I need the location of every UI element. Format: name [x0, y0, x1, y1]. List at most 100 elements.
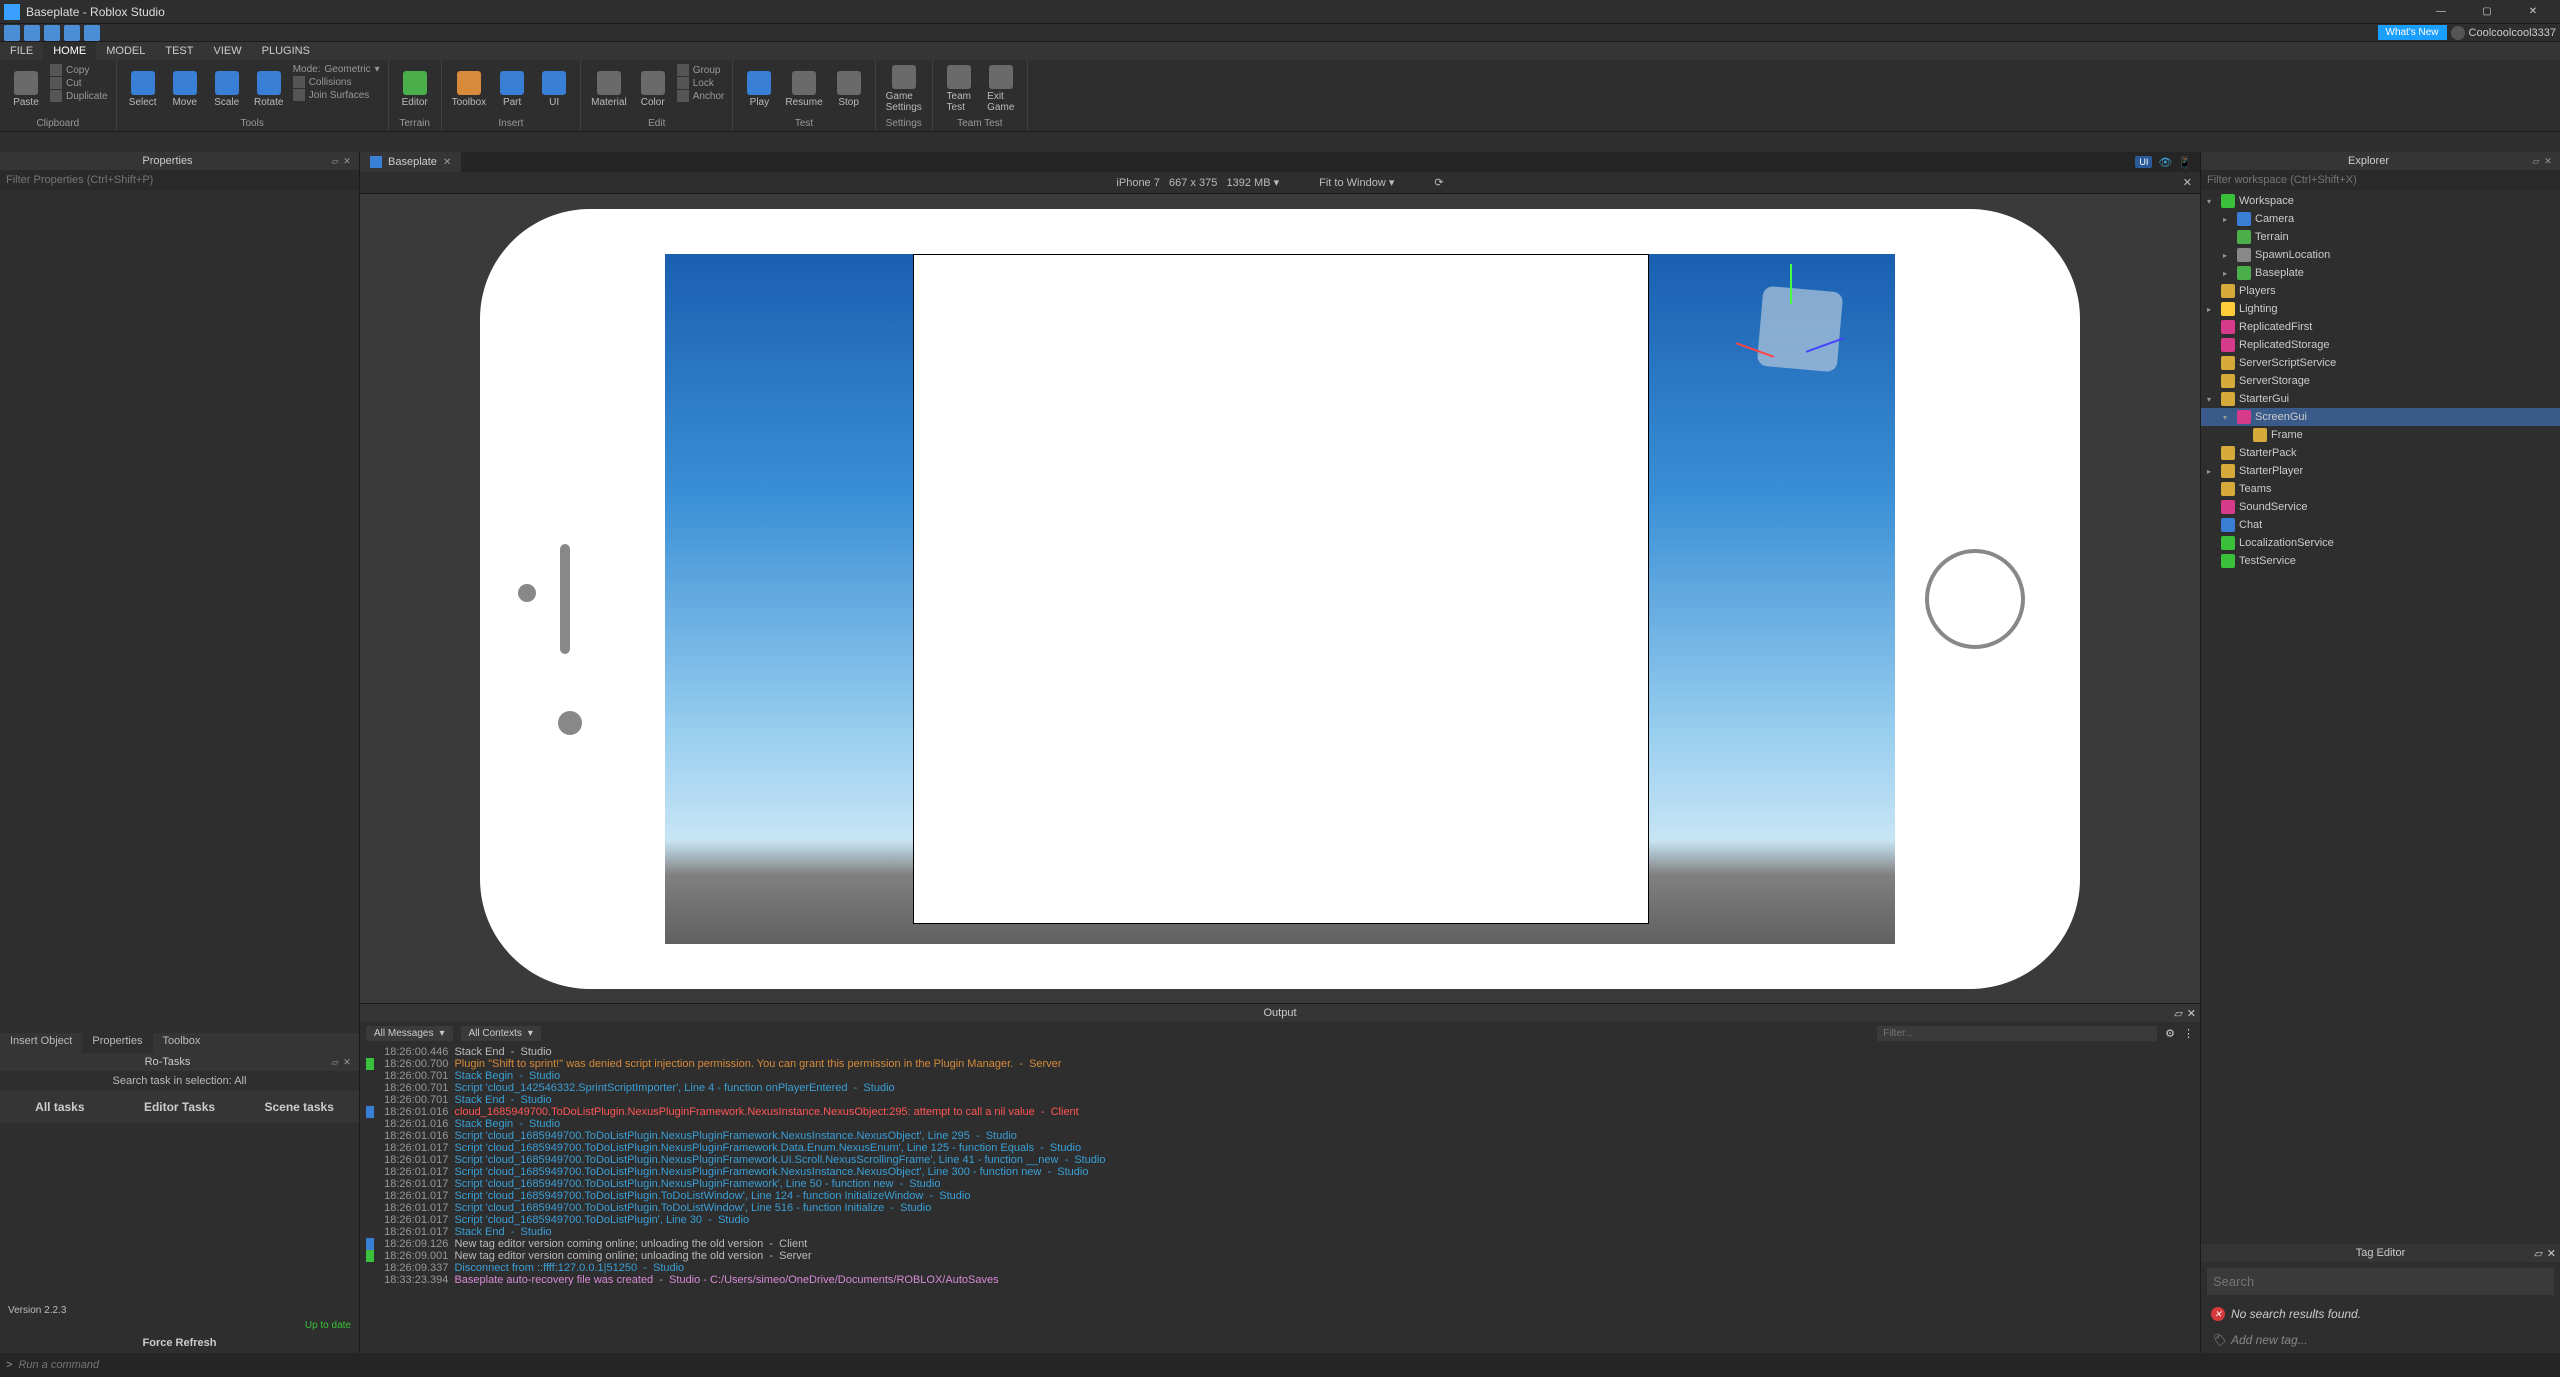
eye-icon[interactable]: 👁 — [2158, 156, 2172, 169]
expand-icon[interactable]: ▸ — [2223, 251, 2233, 260]
tree-item-starterplayer[interactable]: ▸StarterPlayer — [2201, 462, 2560, 480]
tree-item-replicatedstorage[interactable]: ReplicatedStorage — [2201, 336, 2560, 354]
tag-search-input[interactable] — [2207, 1268, 2554, 1295]
copy-button[interactable]: Copy — [50, 64, 108, 76]
tree-item-workspace[interactable]: ▾Workspace — [2201, 192, 2560, 210]
panel-tab[interactable]: Toolbox — [153, 1033, 211, 1053]
add-tag-button[interactable]: 🏷 Add new tag... — [2201, 1327, 2560, 1353]
gui-frame[interactable] — [913, 254, 1649, 924]
whats-new-button[interactable]: What's New — [2378, 25, 2447, 40]
panel-tab[interactable]: Insert Object — [0, 1033, 82, 1053]
qa-icon[interactable] — [44, 25, 60, 41]
menu-test[interactable]: TEST — [155, 42, 203, 60]
tree-item-screengui[interactable]: ▾ScreenGui — [2201, 408, 2560, 426]
contexts-dropdown[interactable]: All Contexts ▾ — [461, 1026, 541, 1041]
properties-filter-input[interactable] — [0, 170, 359, 190]
explorer-filter-input[interactable] — [2201, 170, 2560, 190]
qa-icon[interactable] — [84, 25, 100, 41]
menu-view[interactable]: VIEW — [203, 42, 251, 60]
scale-button[interactable]: Scale — [207, 62, 247, 116]
rotate-button[interactable]: Rotate — [249, 62, 289, 116]
device-dropdown[interactable]: iPhone 7 667 x 375 1392 MB ▾ — [1116, 176, 1279, 189]
messages-dropdown[interactable]: All Messages ▾ — [366, 1026, 453, 1041]
maximize-button[interactable]: ▢ — [2464, 0, 2510, 24]
tree-item-serverscriptservice[interactable]: ServerScriptService — [2201, 354, 2560, 372]
play-button[interactable]: Play — [739, 62, 779, 116]
tree-item-localizationservice[interactable]: LocalizationService — [2201, 534, 2560, 552]
join-surfaces-toggle[interactable]: Join Surfaces — [293, 89, 380, 101]
close-button[interactable]: ✕ — [2510, 0, 2556, 24]
tree-item-frame[interactable]: Frame — [2201, 426, 2560, 444]
doc-tab[interactable]: Baseplate ✕ — [360, 152, 461, 172]
material-button[interactable]: Material — [587, 62, 631, 116]
expand-icon[interactable]: ▸ — [2223, 215, 2233, 224]
expand-icon[interactable]: ▾ — [2207, 197, 2217, 206]
tree-item-testservice[interactable]: TestService — [2201, 552, 2560, 570]
close-icon[interactable]: ✕ — [341, 155, 353, 167]
device-icon[interactable]: 📱 — [2178, 156, 2192, 169]
lock-button[interactable]: Lock — [677, 77, 725, 89]
toolbox-button[interactable]: Toolbox — [448, 62, 490, 116]
minimize-button[interactable]: — — [2418, 0, 2464, 24]
qa-icon[interactable] — [24, 25, 40, 41]
close-icon[interactable]: ✕ — [2187, 1007, 2196, 1020]
tree-item-lighting[interactable]: ▸Lighting — [2201, 300, 2560, 318]
tree-item-soundservice[interactable]: SoundService — [2201, 498, 2560, 516]
expand-icon[interactable]: ▸ — [2207, 467, 2217, 476]
undock-icon[interactable]: ▱ — [2534, 1247, 2542, 1260]
stop-button[interactable]: Stop — [829, 62, 869, 116]
resume-button[interactable]: Resume — [781, 62, 826, 116]
tree-item-terrain[interactable]: Terrain — [2201, 228, 2560, 246]
ui-badge[interactable]: UI — [2135, 156, 2152, 168]
color-button[interactable]: Color — [633, 62, 673, 116]
tree-item-starterpack[interactable]: StarterPack — [2201, 444, 2560, 462]
close-icon[interactable]: ✕ — [2547, 1247, 2556, 1260]
explorer-tree[interactable]: ▾Workspace▸CameraTerrain▸SpawnLocation▸B… — [2201, 190, 2560, 1244]
viewport[interactable] — [360, 194, 2200, 1003]
part-button[interactable]: Part — [492, 62, 532, 116]
cut-button[interactable]: Cut — [50, 77, 108, 89]
axis-gizmo[interactable] — [1745, 274, 1855, 384]
anchor-button[interactable]: Anchor — [677, 90, 725, 102]
close-emulator-icon[interactable]: ✕ — [2183, 176, 2192, 189]
menu-file[interactable]: FILE — [0, 42, 43, 60]
menu-home[interactable]: HOME — [43, 42, 96, 60]
task-tab[interactable]: All tasks — [0, 1091, 120, 1123]
tree-item-chat[interactable]: Chat — [2201, 516, 2560, 534]
output-log[interactable]: 18:26:00.446 Stack End - Studio 18:26:00… — [360, 1044, 2200, 1353]
team-test-button[interactable]: Team Test — [939, 62, 979, 116]
close-icon[interactable]: ✕ — [341, 1056, 353, 1068]
undock-icon[interactable]: ▱ — [2174, 1007, 2182, 1020]
tree-item-startergui[interactable]: ▾StarterGui — [2201, 390, 2560, 408]
paste-button[interactable]: Paste — [6, 62, 46, 116]
qa-icon[interactable] — [64, 25, 80, 41]
expand-icon[interactable]: ▸ — [2207, 305, 2217, 314]
expand-icon[interactable]: ▾ — [2207, 395, 2217, 404]
tree-item-players[interactable]: Players — [2201, 282, 2560, 300]
user-menu[interactable]: Coolcoolcool3337 — [2451, 26, 2556, 40]
game-settings-button[interactable]: Game Settings — [882, 62, 926, 116]
command-input[interactable] — [18, 1359, 2554, 1371]
task-tab[interactable]: Editor Tasks — [120, 1091, 240, 1123]
duplicate-button[interactable]: Duplicate — [50, 90, 108, 102]
undock-icon[interactable]: ▱ — [2530, 155, 2542, 167]
expand-icon[interactable]: ▾ — [2223, 413, 2233, 422]
fit-dropdown[interactable]: Fit to Window ▾ — [1319, 176, 1394, 189]
tree-item-teams[interactable]: Teams — [2201, 480, 2560, 498]
game-viewport[interactable] — [665, 254, 1895, 944]
menu-model[interactable]: MODEL — [96, 42, 155, 60]
undock-icon[interactable]: ▱ — [329, 1056, 341, 1068]
exit-game-button[interactable]: Exit Game — [981, 62, 1021, 116]
panel-tab[interactable]: Properties — [82, 1033, 152, 1053]
tree-item-camera[interactable]: ▸Camera — [2201, 210, 2560, 228]
close-tab-icon[interactable]: ✕ — [443, 157, 451, 168]
tree-item-serverstorage[interactable]: ServerStorage — [2201, 372, 2560, 390]
menu-plugins[interactable]: PLUGINS — [252, 42, 320, 60]
qa-icon[interactable] — [4, 25, 20, 41]
ui-button[interactable]: UI — [534, 62, 574, 116]
select-button[interactable]: Select — [123, 62, 163, 116]
collisions-toggle[interactable]: Collisions — [293, 76, 380, 88]
mode-dropdown[interactable]: Mode: Geometric ▾ — [293, 64, 380, 75]
output-settings-icon[interactable]: ⚙ — [2165, 1027, 2175, 1040]
tree-item-spawnlocation[interactable]: ▸SpawnLocation — [2201, 246, 2560, 264]
